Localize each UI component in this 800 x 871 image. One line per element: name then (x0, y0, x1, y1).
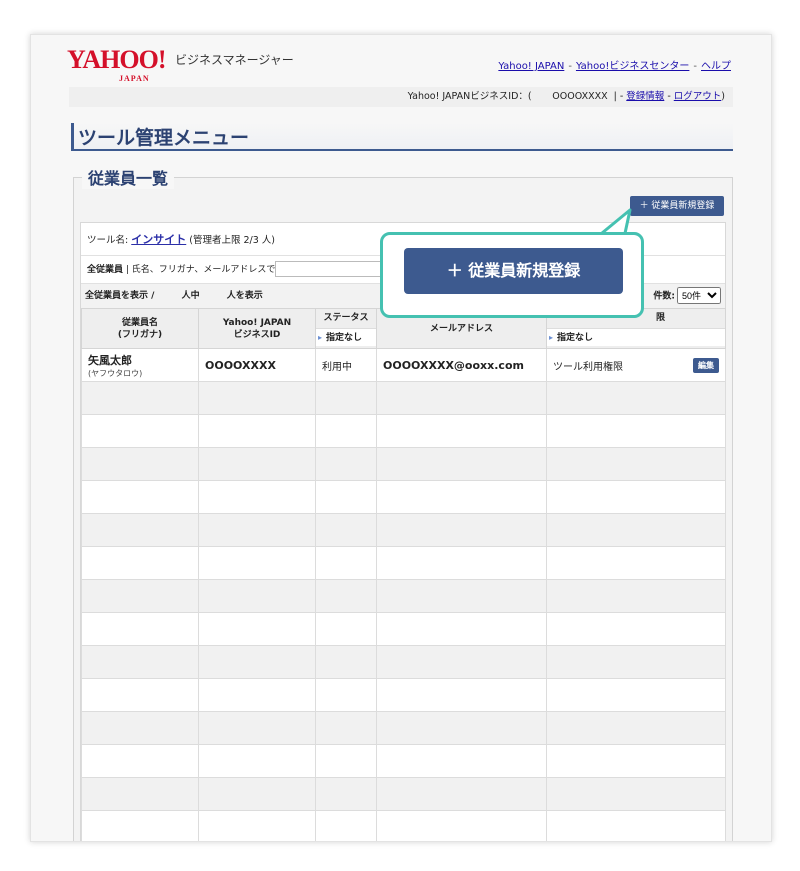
brand-name: ビジネスマネージャー (175, 53, 294, 67)
business-id-value: OOOOXXXX (552, 91, 608, 102)
tool-name-link[interactable]: インサイト (131, 233, 186, 246)
top-links: Yahoo! JAPAN - Yahoo!ビジネスセンター - ヘルプ (498, 61, 731, 72)
col-header-business-id[interactable]: Yahoo! JAPAN ビジネスID (198, 308, 316, 349)
empty-row (81, 645, 726, 679)
page-size-select[interactable]: 50件 (677, 287, 721, 304)
page-size-control: 件数: 50件 (653, 287, 721, 306)
employee-email: OOOOXXXX@ooxx.com (376, 348, 547, 382)
empty-row (81, 711, 726, 745)
link-business-center[interactable]: Yahoo!ビジネスセンター (576, 61, 689, 72)
link-yahoo-japan[interactable]: Yahoo! JAPAN (498, 61, 564, 72)
employee-kana: (ヤフウタロウ) (88, 368, 143, 378)
business-id-bar: Yahoo! JAPANビジネスID：(OOOOXXXX | - 登録情報 - ロ… (69, 87, 733, 107)
page-frame: YAHOO! JAPAN ビジネスマネージャー Yahoo! JAPAN - Yah… (30, 34, 772, 842)
employee-business-id: OOOOXXXX (198, 348, 316, 382)
col-header-status: ステータス指定なし (315, 308, 377, 349)
link-logout[interactable]: ログアウト (674, 91, 722, 102)
col-header-name[interactable]: 従業員名 (フリガナ) (81, 308, 199, 349)
empty-row (81, 414, 726, 448)
empty-row (81, 612, 726, 646)
empty-row (81, 678, 726, 712)
status-filter[interactable]: 指定なし (316, 327, 376, 347)
empty-row (81, 381, 726, 415)
empty-row (81, 480, 726, 514)
employee-status: 利用中 (315, 348, 377, 382)
page-title-bar: ツール管理メニュー (71, 123, 733, 151)
section-title: 従業員一覧 (82, 165, 175, 189)
link-register-info[interactable]: 登録情報 (626, 91, 664, 102)
empty-row (81, 810, 726, 841)
empty-row (81, 579, 726, 613)
logo-word: YAHOO! (67, 45, 166, 74)
yahoo-logo[interactable]: YAHOO! JAPAN (67, 45, 166, 84)
link-help[interactable]: ヘルプ (701, 61, 731, 72)
permission-filter[interactable]: 指定なし (547, 327, 725, 347)
page-title: ツール管理メニュー (78, 127, 250, 149)
empty-row (81, 744, 726, 778)
business-id-label: Yahoo! JAPANビジネスID：( (407, 91, 532, 102)
employee-permission: ツール利用権限 (553, 361, 623, 373)
add-employee-button-highlight[interactable]: ＋ 従業員新規登録 (404, 248, 623, 294)
employee-name: 矢風太郎 (88, 353, 132, 367)
empty-row (81, 546, 726, 580)
empty-row (81, 777, 726, 811)
table-row: 矢風太郎 (ヤフウタロウ) OOOOXXXX 利用中 OOOOXXXX@ooxx.… (81, 348, 726, 382)
empty-row (81, 447, 726, 481)
edit-button[interactable]: 編集 (693, 357, 719, 373)
employee-table: 従業員名(フリガナ) Yahoo! JAPANビジネスID ステータス指定なし … (81, 308, 726, 841)
empty-row (81, 513, 726, 547)
logo-sub: JAPAN (119, 74, 150, 83)
